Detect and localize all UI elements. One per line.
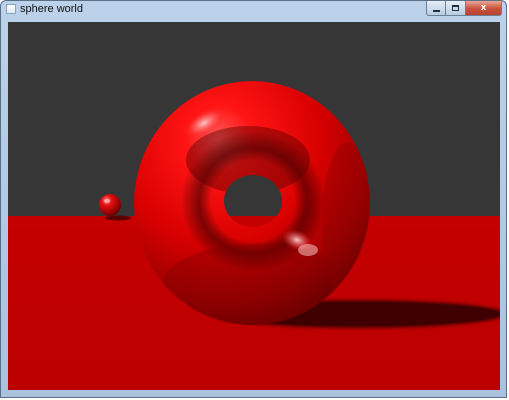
sphere-shadow [105,215,131,221]
title-bar[interactable]: sphere world x [1,1,506,19]
app-window: sphere world x [0,0,507,398]
close-icon: x [480,2,487,13]
caption-buttons: x [426,1,502,16]
minimize-button[interactable] [426,1,446,16]
scene-canvas [8,22,500,390]
render-viewport[interactable] [8,22,500,390]
maximize-icon [452,5,459,11]
minimize-icon [432,9,440,12]
maximize-button[interactable] [446,1,466,16]
close-button[interactable]: x [466,1,502,16]
window-app-icon[interactable] [6,4,16,14]
small-sphere [99,194,121,216]
window-title: sphere world [20,3,83,15]
